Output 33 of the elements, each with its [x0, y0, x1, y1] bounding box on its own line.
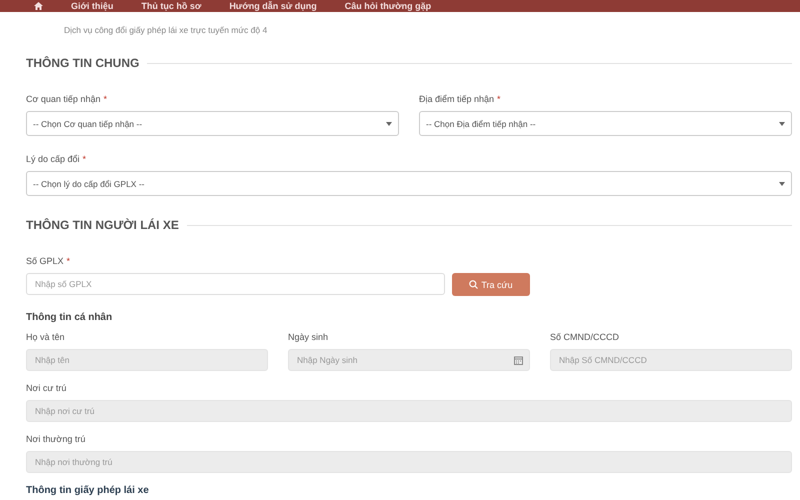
- field-label: Nơi thường trú: [26, 434, 86, 444]
- field-label: Họ và tên: [26, 332, 65, 342]
- search-icon: [469, 280, 478, 289]
- select-field[interactable]: -- Chọn lý do cấp đổi GPLX --: [26, 171, 792, 196]
- required-mark: *: [82, 154, 86, 164]
- required-mark: *: [497, 94, 501, 104]
- calendar-icon: [514, 356, 523, 365]
- license-number-field[interactable]: Nhập số GPLX: [26, 273, 445, 295]
- section-title: THÔNG TIN CHUNG: [26, 56, 140, 70]
- caret-icon: [386, 122, 392, 126]
- home-icon[interactable]: [34, 2, 43, 10]
- nav-link[interactable]: Hướng dẫn sử dụng: [229, 1, 317, 11]
- field-label: Cơ quan tiếp nhận: [26, 94, 100, 104]
- subsection-title: Thông tin cá nhân: [26, 312, 114, 323]
- breadcrumb: Dịch vụ công đổi giấy phép lái xe trực tuyến mức độ 4: [63, 25, 268, 35]
- caret-icon: [779, 182, 785, 186]
- required-mark: *: [103, 94, 107, 104]
- nav-link[interactable]: Câu hỏi thường gặp: [344, 1, 432, 11]
- caret-icon: [779, 122, 785, 126]
- field-label: Lý do cấp đổi: [26, 154, 80, 164]
- nav-link[interactable]: Thủ tục hồ sơ: [141, 1, 202, 11]
- lookup-button[interactable]: Tra cứu: [452, 273, 530, 296]
- field-label: Ngày sinh: [288, 332, 328, 342]
- field-label: Số GPLX: [26, 256, 64, 266]
- nav-link[interactable]: Giới thiệu: [71, 1, 114, 11]
- select-field[interactable]: -- Chọn Địa điểm tiếp nhận --: [419, 111, 792, 136]
- field-label: Số CMND/CCCD: [550, 332, 620, 342]
- required-mark: *: [66, 256, 70, 266]
- subsection-title: Thông tin giấy phép lái xe: [26, 485, 150, 496]
- select-field[interactable]: -- Chọn Cơ quan tiếp nhận --: [26, 111, 399, 136]
- field-label: Địa điểm tiếp nhận: [419, 94, 494, 104]
- field-label: Nơi cư trú: [26, 383, 66, 393]
- section-title: THÔNG TIN NGƯỜI LÁI XE: [26, 218, 179, 232]
